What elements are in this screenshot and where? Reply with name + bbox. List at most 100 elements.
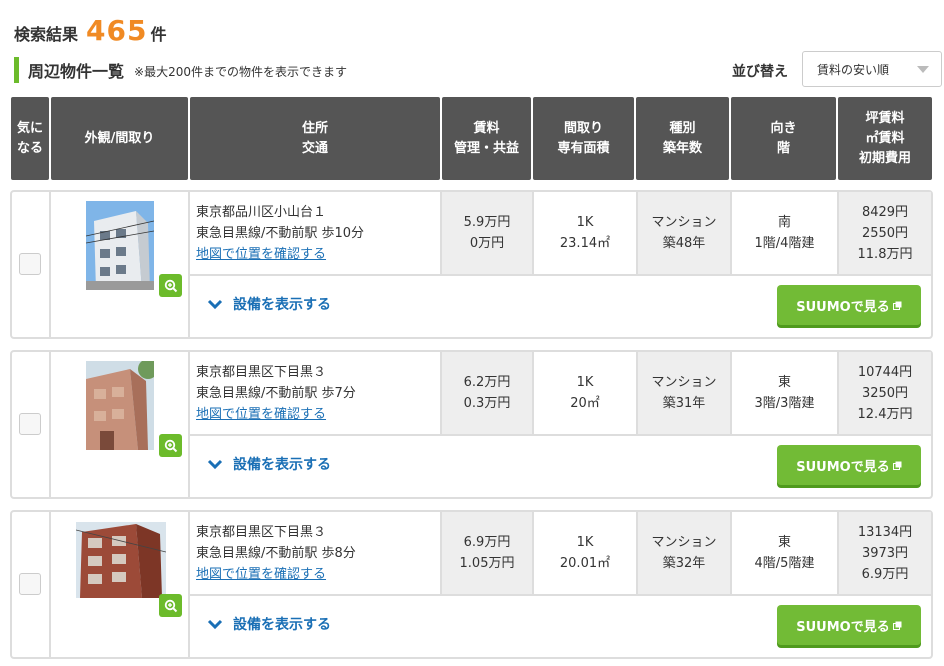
suumo-button-label: SUUMOで見る (796, 619, 890, 635)
area-value: 20.01㎡ (559, 556, 611, 571)
photo-cell (51, 512, 190, 657)
direction-value: 南 (777, 215, 791, 230)
age-value: 築31年 (662, 396, 706, 411)
sort-selected-value: 賃料の安い順 (817, 62, 890, 77)
table-header: 気に なる 外観/間取り 住所 交通 賃料 管理・共益 間取り 専有面積 種別 築年数 向… (11, 97, 932, 180)
header-layout: 間取り 専有面積 (533, 97, 634, 180)
header-address: 住所 交通 (190, 97, 440, 180)
listing-details: 東京都目黒区下目黒３ 東急目黒線/不動前駅 歩7分 地図で位置を確認する 6.2… (190, 352, 931, 436)
price-cell: 8429円 2550円 11.8万円 (839, 192, 931, 274)
header-tsubo: 坪賃料 ㎡賃料 初期費用 (838, 97, 932, 180)
direction-cell: 南 1階/4階建 (732, 192, 839, 274)
age-value: 築48年 (662, 236, 706, 251)
favorite-cell (12, 352, 51, 497)
building-photo[interactable] (86, 361, 154, 450)
direction-value: 東 (777, 535, 791, 550)
listing-actions: 設備を表示する SUUMOで見る (190, 436, 931, 497)
suumo-button[interactable]: SUUMOで見る (777, 445, 921, 485)
external-link-icon (892, 621, 902, 630)
show-equipment-label: 設備を表示する (233, 457, 331, 473)
access-text: 東急目黒線/不動前駅 歩8分 (196, 545, 356, 561)
layout-cell: 1K 23.14㎡ (534, 192, 638, 274)
listing-actions: 設備を表示する SUUMOで見る (190, 596, 931, 657)
zoom-button[interactable] (159, 274, 182, 297)
zoom-button[interactable] (159, 434, 182, 457)
sqm-value: 3973円 (861, 545, 909, 561)
header-direction: 向き階 (731, 97, 836, 180)
chevron-down-icon (917, 66, 929, 73)
show-equipment-toggle[interactable]: 設備を表示する (207, 614, 331, 634)
area-value: 23.14㎡ (559, 236, 611, 251)
layout-value: 1K (576, 375, 594, 390)
layout-value: 1K (576, 215, 594, 230)
map-link[interactable]: 地図で位置を確認する (196, 244, 326, 265)
listing-details: 東京都品川区小山台１ 東急目黒線/不動前駅 歩10分 地図で位置を確認する 5.… (190, 192, 931, 276)
map-link[interactable]: 地図で位置を確認する (196, 404, 326, 425)
layout-cell: 1K 20㎡ (534, 352, 638, 434)
photo-cell (51, 192, 190, 337)
zoom-button[interactable] (159, 594, 182, 617)
rent-cell: 5.9万円 0万円 (442, 192, 534, 274)
zoom-in-icon (164, 599, 177, 612)
type-cell: マンション 築32年 (638, 512, 732, 594)
suumo-button[interactable]: SUUMOで見る (777, 605, 921, 645)
result-label: 検索結果 (14, 25, 79, 44)
rent-value: 6.9万円 (463, 535, 511, 550)
fee-value: 1.05万円 (459, 556, 515, 571)
building-photo[interactable] (86, 201, 154, 290)
listing-details: 東京都目黒区下目黒３ 東急目黒線/不動前駅 歩8分 地図で位置を確認する 6.9… (190, 512, 931, 596)
price-cell: 13134円 3973円 6.9万円 (839, 512, 931, 594)
price-cell: 10744円 3250円 12.4万円 (839, 352, 931, 434)
layout-cell: 1K 20.01㎡ (534, 512, 638, 594)
floor-value: 3階/3階建 (754, 396, 815, 411)
result-summary: 検索結果 465 件 (14, 14, 166, 47)
type-cell: マンション 築31年 (638, 352, 732, 434)
result-count: 465 (86, 14, 148, 47)
header-rent: 賃料 管理・共益 (442, 97, 531, 180)
suumo-button-label: SUUMOで見る (796, 299, 890, 315)
rent-value: 5.9万円 (463, 215, 511, 230)
type-value: マンション (651, 535, 717, 550)
listing-card: 東京都品川区小山台１ 東急目黒線/不動前駅 歩10分 地図で位置を確認する 5.… (10, 190, 933, 339)
tsubo-value: 13134円 (857, 524, 913, 540)
show-equipment-toggle[interactable]: 設備を表示する (207, 454, 331, 474)
address-text: 東京都品川区小山台１ (196, 204, 327, 220)
fee-value: 0.3万円 (463, 396, 511, 411)
tsubo-value: 8429円 (861, 204, 909, 220)
type-value: マンション (651, 375, 717, 390)
favorite-checkbox[interactable] (19, 413, 41, 435)
favorite-cell (12, 512, 51, 657)
show-equipment-toggle[interactable]: 設備を表示する (207, 294, 331, 314)
listing-actions: 設備を表示する SUUMOで見る (190, 276, 931, 337)
direction-value: 東 (777, 375, 791, 390)
header-type: 種別 築年数 (636, 97, 729, 180)
suumo-button[interactable]: SUUMOで見る (777, 285, 921, 325)
section-header: 周辺物件一覧 ※最大200件までの物件を表示できます 並び替え 賃料の安い順 (14, 51, 942, 87)
age-value: 築32年 (662, 556, 706, 571)
section-title: 周辺物件一覧 (28, 62, 125, 81)
initial-value: 11.8万円 (857, 246, 913, 262)
sort-select[interactable]: 賃料の安い順 (802, 51, 942, 87)
suumo-button-label: SUUMOで見る (796, 459, 890, 475)
section-accent-bar (14, 57, 19, 83)
header-favorite: 気に なる (11, 97, 49, 180)
building-photo[interactable] (76, 522, 166, 598)
address-cell: 東京都目黒区下目黒３ 東急目黒線/不動前駅 歩7分 地図で位置を確認する (190, 352, 442, 434)
listing-card: 東京都目黒区下目黒３ 東急目黒線/不動前駅 歩8分 地図で位置を確認する 6.9… (10, 510, 933, 659)
favorite-checkbox[interactable] (19, 573, 41, 595)
show-equipment-label: 設備を表示する (233, 297, 331, 313)
zoom-in-icon (164, 439, 177, 452)
map-link[interactable]: 地図で位置を確認する (196, 564, 326, 585)
layout-value: 1K (576, 535, 594, 550)
photo-cell (51, 352, 190, 497)
floor-value: 4階/5階建 (754, 556, 815, 571)
access-text: 東急目黒線/不動前駅 歩7分 (196, 385, 356, 401)
rent-cell: 6.9万円 1.05万円 (442, 512, 534, 594)
favorite-checkbox[interactable] (19, 253, 41, 275)
zoom-in-icon (164, 279, 177, 292)
initial-value: 6.9万円 (861, 566, 909, 582)
address-text: 東京都目黒区下目黒３ (196, 524, 327, 540)
chevron-down-icon (207, 299, 223, 309)
external-link-icon (892, 461, 902, 470)
result-unit: 件 (150, 25, 167, 44)
